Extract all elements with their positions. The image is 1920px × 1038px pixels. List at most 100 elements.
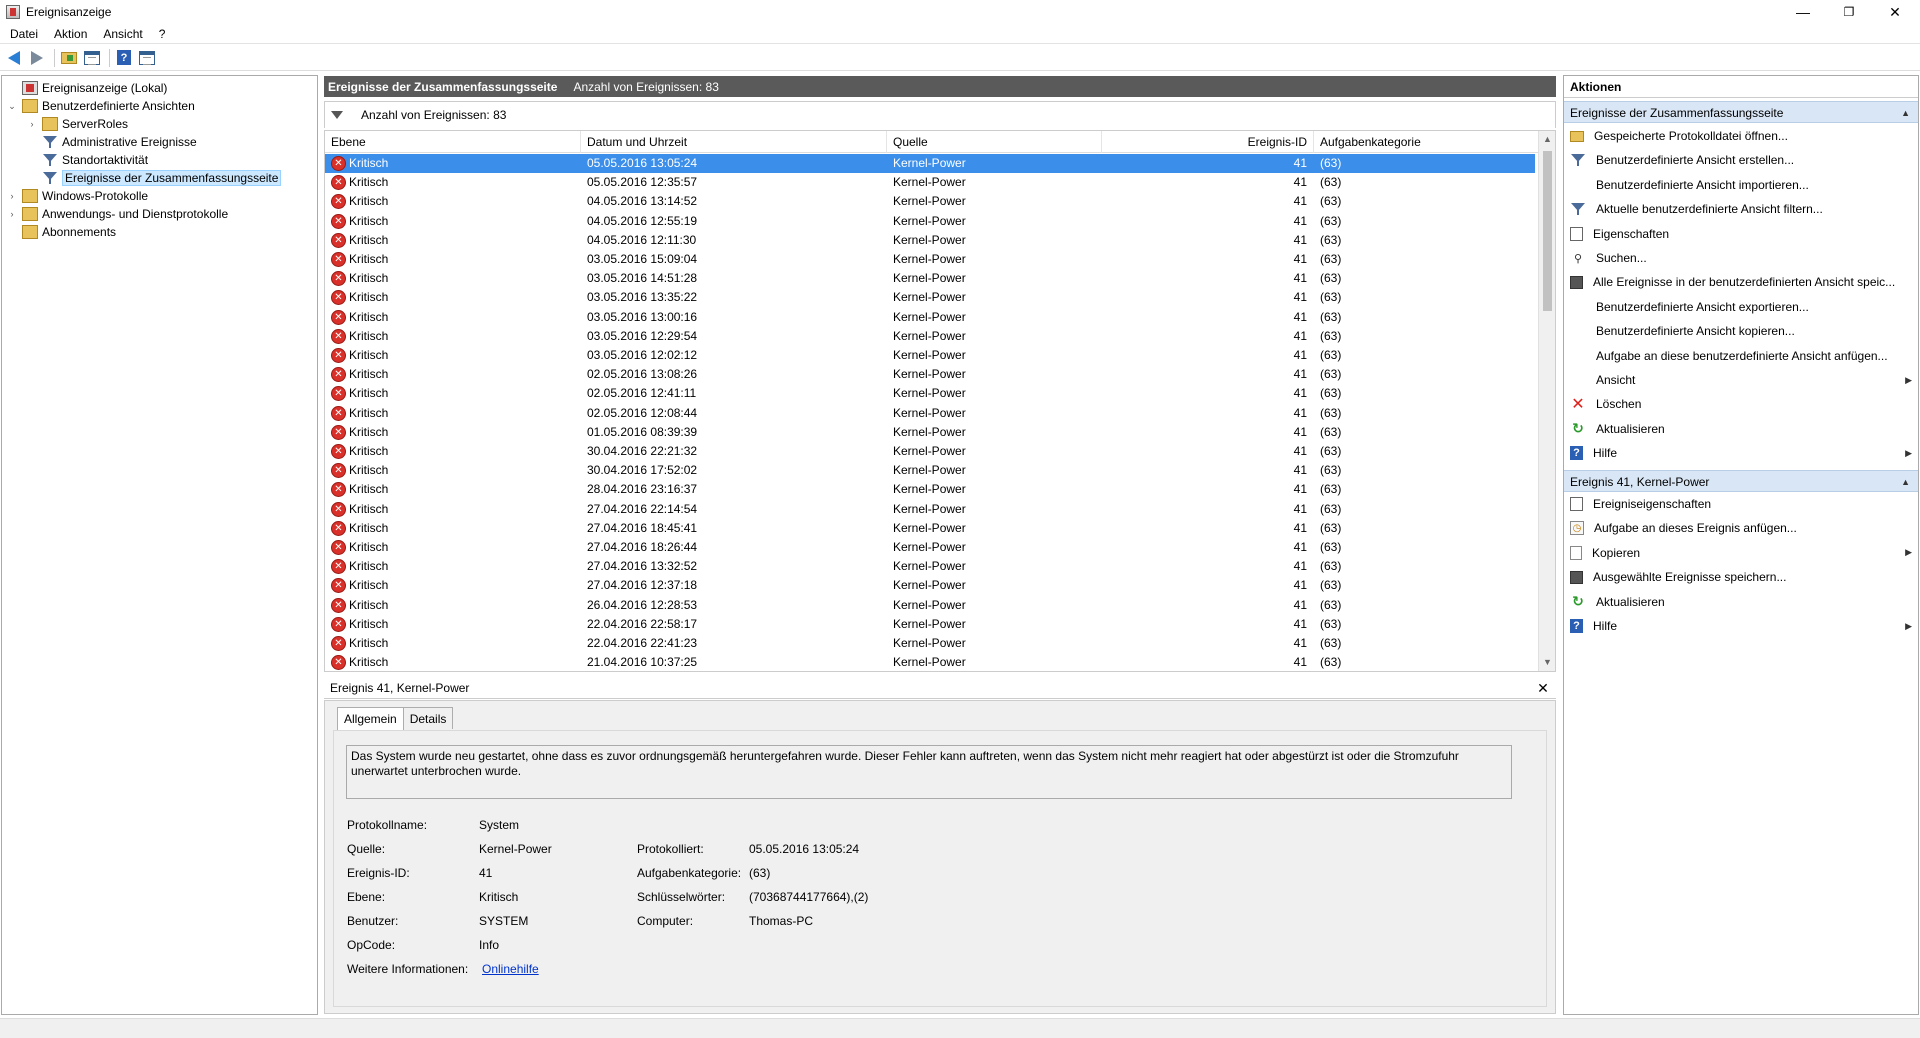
tree-item[interactable]: › Anwendungs- und Dienstprotokolle bbox=[6, 205, 228, 223]
forward-button[interactable] bbox=[27, 48, 47, 68]
critical-icon: ✕ bbox=[331, 194, 346, 210]
table-row[interactable]: ✕ Kritisch 22.04.2016 22:58:17 Kernel-Power… bbox=[325, 615, 1535, 634]
table-row[interactable]: ✕ Kritisch 27.04.2016 13:32:52 Kernel-Power… bbox=[325, 557, 1535, 576]
detail-close-icon[interactable]: ✕ bbox=[1534, 679, 1552, 697]
up-folder-button[interactable] bbox=[59, 48, 79, 68]
tree-item[interactable]: Ereignisanzeige (Lokal) bbox=[6, 79, 167, 97]
scrollbar-thumb[interactable] bbox=[1543, 151, 1552, 311]
tree-item[interactable]: › ServerRoles bbox=[26, 115, 128, 133]
action-item[interactable]: ⚲ Suchen... bbox=[1564, 248, 1918, 268]
column-ebene[interactable]: Ebene bbox=[325, 131, 581, 153]
expand-icon[interactable]: ⌄ bbox=[6, 101, 18, 112]
window-title: Ereignisanzeige bbox=[26, 5, 112, 19]
column-quelle[interactable]: Quelle bbox=[887, 131, 1102, 153]
column-aufgabenkategorie[interactable]: Aufgabenkategorie bbox=[1314, 131, 1539, 153]
show-action-pane-button[interactable] bbox=[137, 48, 157, 68]
action-item[interactable]: Aktuelle benutzerdefinierte Ansicht filt… bbox=[1564, 199, 1918, 219]
tree-item[interactable]: › Windows-Protokolle bbox=[6, 187, 148, 205]
action-item[interactable]: Benutzerdefinierte Ansicht erstellen... bbox=[1564, 150, 1918, 170]
tab-details[interactable]: Details bbox=[402, 707, 454, 729]
action-item[interactable]: Gespeicherte Protokolldatei öffnen... bbox=[1564, 126, 1918, 146]
menu-ansicht[interactable]: Ansicht bbox=[95, 27, 150, 41]
collapse-icon[interactable]: ▲ bbox=[1901, 471, 1910, 493]
action-item[interactable]: Eigenschaften bbox=[1564, 224, 1918, 244]
scroll-down-icon[interactable]: ▼ bbox=[1539, 654, 1555, 671]
table-row[interactable]: ✕ Kritisch 27.04.2016 18:45:41 Kernel-Power… bbox=[325, 519, 1535, 538]
table-row[interactable]: ✕ Kritisch 02.05.2016 13:08:26 Kernel-Power… bbox=[325, 365, 1535, 384]
table-row[interactable]: ✕ Kritisch 04.05.2016 12:55:19 Kernel-Power… bbox=[325, 212, 1535, 231]
column-ereignis-id[interactable]: Ereignis-ID bbox=[1102, 131, 1314, 153]
show-hide-tree-button[interactable] bbox=[82, 48, 102, 68]
action-item[interactable]: ↻ Aktualisieren bbox=[1564, 592, 1918, 612]
action-item[interactable]: ✕ Löschen bbox=[1564, 394, 1918, 414]
console-tree[interactable]: Ereignisanzeige (Lokal) ⌄ Benutzerdefinier… bbox=[1, 75, 318, 1015]
action-item[interactable]: ◷ Aufgabe an dieses Ereignis anfügen... bbox=[1564, 518, 1918, 538]
table-row[interactable]: ✕ Kritisch 02.05.2016 12:08:44 Kernel-Power… bbox=[325, 404, 1535, 423]
table-row[interactable]: ✕ Kritisch 21.04.2016 10:37:25 Kernel-Power… bbox=[325, 653, 1535, 671]
close-button[interactable]: ✕ bbox=[1872, 0, 1918, 24]
cell-date: 04.05.2016 12:55:19 bbox=[587, 213, 698, 228]
table-row[interactable]: ✕ Kritisch 03.05.2016 15:09:04 Kernel-Power… bbox=[325, 250, 1535, 269]
table-row[interactable]: ✕ Kritisch 02.05.2016 12:41:11 Kernel-Power… bbox=[325, 384, 1535, 403]
table-row[interactable]: ✕ Kritisch 05.05.2016 12:35:57 Kernel-Power… bbox=[325, 173, 1535, 192]
aufgabenkategorie-value: (63) bbox=[749, 866, 771, 880]
actions-section-event[interactable]: Ereignis 41, Kernel-Power ▲ bbox=[1564, 470, 1918, 492]
table-row[interactable]: ✕ Kritisch 05.05.2016 13:05:24 Kernel-Power… bbox=[325, 154, 1535, 173]
expand-icon[interactable]: › bbox=[26, 119, 38, 129]
table-row[interactable]: ✕ Kritisch 01.05.2016 08:39:39 Kernel-Power… bbox=[325, 423, 1535, 442]
table-row[interactable]: ✕ Kritisch 03.05.2016 12:02:12 Kernel-Power… bbox=[325, 346, 1535, 365]
menu-help[interactable]: ? bbox=[151, 27, 174, 41]
back-button[interactable] bbox=[4, 48, 24, 68]
collapse-icon[interactable]: ▲ bbox=[1901, 102, 1910, 124]
minimize-button[interactable]: — bbox=[1780, 0, 1826, 24]
table-row[interactable]: ✕ Kritisch 03.05.2016 12:29:54 Kernel-Power… bbox=[325, 327, 1535, 346]
action-item[interactable]: Kopieren ▶ bbox=[1564, 543, 1918, 563]
event-description[interactable]: Das System wurde neu gestartet, ohne das… bbox=[346, 745, 1512, 799]
action-item[interactable]: Ereigniseigenschaften bbox=[1564, 494, 1918, 514]
menu-aktion[interactable]: Aktion bbox=[46, 27, 95, 41]
scroll-up-icon[interactable]: ▲ bbox=[1539, 131, 1555, 148]
tab-allgemein[interactable]: Allgemein bbox=[337, 707, 404, 731]
onlinehilfe-link[interactable]: Onlinehilfe bbox=[482, 962, 539, 976]
table-row[interactable]: ✕ Kritisch 26.04.2016 12:28:53 Kernel-Power… bbox=[325, 596, 1535, 615]
action-item[interactable]: ↻ Aktualisieren bbox=[1564, 419, 1918, 439]
table-row[interactable]: ✕ Kritisch 27.04.2016 12:37:18 Kernel-Power… bbox=[325, 576, 1535, 595]
action-item[interactable]: ? Hilfe ▶ bbox=[1564, 616, 1918, 636]
tree-item[interactable]: Ereignisse der Zusammenfassungsseite bbox=[26, 169, 282, 187]
tab-allgemein-content: Das System wurde neu gestartet, ohne das… bbox=[333, 730, 1547, 1007]
action-item[interactable]: Ansicht ▶ bbox=[1564, 370, 1918, 390]
action-item[interactable]: Ausgewählte Ereignisse speichern... bbox=[1564, 567, 1918, 587]
action-item[interactable]: Benutzerdefinierte Ansicht importieren..… bbox=[1564, 175, 1918, 195]
expand-icon[interactable]: › bbox=[6, 209, 18, 219]
column-datum[interactable]: Datum und Uhrzeit bbox=[581, 131, 887, 153]
table-row[interactable]: ✕ Kritisch 30.04.2016 22:21:32 Kernel-Power… bbox=[325, 442, 1535, 461]
table-row[interactable]: ✕ Kritisch 22.04.2016 22:41:23 Kernel-Power… bbox=[325, 634, 1535, 653]
tree-item[interactable]: Standortaktivität bbox=[26, 151, 148, 169]
table-row[interactable]: ✕ Kritisch 03.05.2016 13:00:16 Kernel-Power… bbox=[325, 308, 1535, 327]
action-item[interactable]: ? Hilfe ▶ bbox=[1564, 443, 1918, 463]
table-row[interactable]: ✕ Kritisch 28.04.2016 23:16:37 Kernel-Power… bbox=[325, 480, 1535, 499]
table-row[interactable]: ✕ Kritisch 30.04.2016 17:52:02 Kernel-Power… bbox=[325, 461, 1535, 480]
action-item[interactable]: Alle Ereignisse in der benutzerdefiniert… bbox=[1564, 272, 1918, 292]
event-list-scrollbar[interactable]: ▲ ▼ bbox=[1538, 131, 1555, 671]
actions-section-view[interactable]: Ereignisse der Zusammenfassungsseite ▲ bbox=[1564, 101, 1918, 123]
table-row[interactable]: ✕ Kritisch 04.05.2016 12:11:30 Kernel-Power… bbox=[325, 231, 1535, 250]
tree-item[interactable]: ⌄ Benutzerdefinierte Ansichten bbox=[6, 97, 195, 115]
submenu-arrow-icon: ▶ bbox=[1905, 447, 1912, 458]
cell-source: Kernel-Power bbox=[893, 578, 966, 593]
table-row[interactable]: ✕ Kritisch 03.05.2016 14:51:28 Kernel-Power… bbox=[325, 269, 1535, 288]
action-item[interactable]: Benutzerdefinierte Ansicht kopieren... bbox=[1564, 321, 1918, 341]
table-row[interactable]: ✕ Kritisch 03.05.2016 13:35:22 Kernel-Power… bbox=[325, 288, 1535, 307]
event-list[interactable]: Ebene Datum und Uhrzeit Quelle Ereignis-… bbox=[324, 130, 1556, 672]
help-button[interactable]: ? bbox=[114, 48, 134, 68]
action-item[interactable]: Benutzerdefinierte Ansicht exportieren..… bbox=[1564, 297, 1918, 317]
table-row[interactable]: ✕ Kritisch 27.04.2016 22:14:54 Kernel-Power… bbox=[325, 500, 1535, 519]
tree-item[interactable]: Administrative Ereignisse bbox=[26, 133, 197, 151]
menu-datei[interactable]: Datei bbox=[0, 27, 46, 41]
restore-button[interactable]: ❐ bbox=[1826, 0, 1872, 24]
table-row[interactable]: ✕ Kritisch 04.05.2016 13:14:52 Kernel-Power… bbox=[325, 192, 1535, 211]
table-row[interactable]: ✕ Kritisch 27.04.2016 18:26:44 Kernel-Power… bbox=[325, 538, 1535, 557]
tree-item[interactable]: Abonnements bbox=[6, 223, 116, 241]
action-item[interactable]: Aufgabe an diese benutzerdefinierte Ansi… bbox=[1564, 346, 1918, 366]
expand-icon[interactable]: › bbox=[6, 191, 18, 201]
